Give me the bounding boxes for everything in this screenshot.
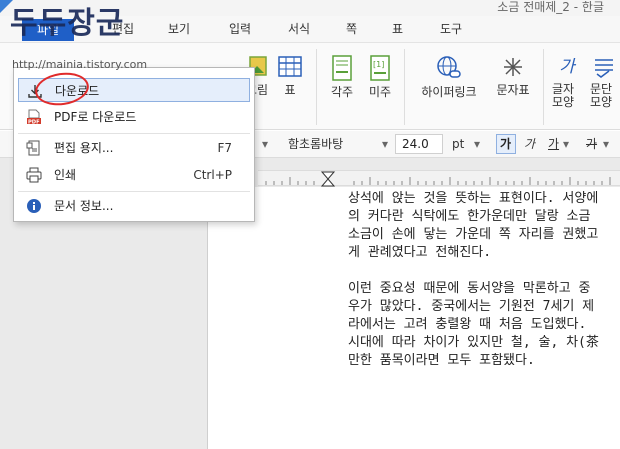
ribbon-footnote-button[interactable]: 각주 — [326, 43, 358, 99]
pdf-icon: PDF — [27, 109, 41, 125]
document-page[interactable]: 상석에 앉는 것을 뜻하는 표현이다. 서양에 의 커다란 식탁에도 한가운데만… — [207, 187, 620, 449]
printer-icon — [26, 167, 42, 183]
menu-item-print[interactable]: 인쇄 Ctrl+P — [18, 163, 250, 187]
chevron-down-icon[interactable]: ▾ — [382, 136, 388, 152]
document-line: 소금이 손에 닿는 가운데 쪽 자리를 권했고 — [348, 227, 599, 242]
chevron-down-icon[interactable]: ▾ — [603, 136, 609, 152]
menu-item-pdf-download[interactable]: PDF PDF로 다운로드 — [18, 105, 250, 129]
menu-separator — [18, 133, 250, 134]
endnote-icon: [1] — [370, 55, 390, 81]
ribbon-separator — [543, 49, 544, 125]
document-line: 만한 품목이라면 모두 포함됐다. — [348, 353, 535, 368]
ribbon-table-button[interactable]: 표 — [275, 43, 305, 97]
chevron-down-icon[interactable]: ▾ — [474, 136, 480, 152]
strikethrough-button[interactable]: 가 — [586, 136, 597, 152]
watermark-url: http://mainia.tistory.com — [12, 58, 148, 71]
menu-separator — [18, 191, 250, 192]
symbol-icon — [504, 58, 522, 76]
chevron-down-icon[interactable]: ▾ — [563, 136, 569, 152]
table-icon — [278, 56, 302, 77]
ribbon-separator — [316, 49, 317, 125]
watermark-logo: 두두장군 — [10, 6, 125, 41]
paragraph-shape-icon — [595, 59, 613, 78]
menu-format[interactable]: 서식 — [288, 21, 310, 37]
horizontal-ruler[interactable] — [258, 170, 620, 187]
hyperlink-icon — [437, 56, 461, 78]
ribbon-endnote-button[interactable]: [1] 미주 — [364, 43, 396, 99]
menu-tools[interactable]: 도구 — [440, 21, 462, 37]
font-name-select[interactable]: 함초롬바탕 — [288, 136, 343, 152]
menu-item-page-setup[interactable]: 편집 용지... F7 — [18, 136, 250, 160]
ribbon-separator — [404, 49, 405, 125]
menu-insert[interactable]: 입력 — [229, 21, 251, 37]
ribbon-symbol-button[interactable]: 문자표 — [490, 43, 536, 97]
svg-text:PDF: PDF — [28, 119, 40, 125]
ruler-ticks — [265, 171, 611, 187]
ribbon-hyperlink-button[interactable]: 하이퍼링크 — [414, 43, 484, 99]
document-line: 이런 중요성 때문에 동서양을 막론하고 중 — [348, 281, 591, 296]
info-icon — [27, 199, 41, 213]
document-line: 시대에 따라 차이가 있지만 철, 술, 차(茶 — [348, 335, 599, 350]
svg-text:[1]: [1] — [373, 60, 384, 69]
italic-button[interactable]: 가 — [524, 136, 535, 152]
document-line: 우가 많았다. 중국에서는 기원전 7세기 제 — [348, 299, 595, 314]
menu-page[interactable]: 쪽 — [346, 21, 357, 37]
chevron-down-icon[interactable]: ▾ — [262, 136, 268, 152]
menu-table[interactable]: 표 — [392, 21, 403, 37]
footnote-icon — [332, 55, 352, 81]
underline-button[interactable]: 가 — [548, 136, 559, 152]
window-title: 소금 전매제_2 - 한글 — [497, 0, 604, 14]
document-line: 상석에 앉는 것을 뜻하는 표현이다. 서양에 — [348, 191, 599, 206]
font-unit-select[interactable]: pt — [452, 136, 464, 152]
char-shape-icon: 가 — [559, 57, 575, 77]
page-setup-icon — [26, 140, 40, 156]
document-line: 의 커다란 식탁에도 한가운데만 달랑 소금 — [348, 209, 591, 224]
bold-button[interactable]: 가 — [496, 134, 516, 154]
document-line: 게 관례였다고 전해진다. — [348, 245, 492, 260]
menu-view[interactable]: 보기 — [168, 21, 190, 37]
document-line: 라에서는 고려 충렬왕 때 처음 도입했다. — [348, 317, 587, 332]
font-size-input[interactable]: 24.0 — [395, 134, 443, 154]
ribbon-char-shape-button[interactable]: 가 글자 모양 — [550, 43, 584, 109]
menu-item-doc-info[interactable]: 문서 정보... — [18, 194, 250, 218]
ribbon-para-shape-button[interactable]: 문단 모양 — [588, 43, 620, 109]
